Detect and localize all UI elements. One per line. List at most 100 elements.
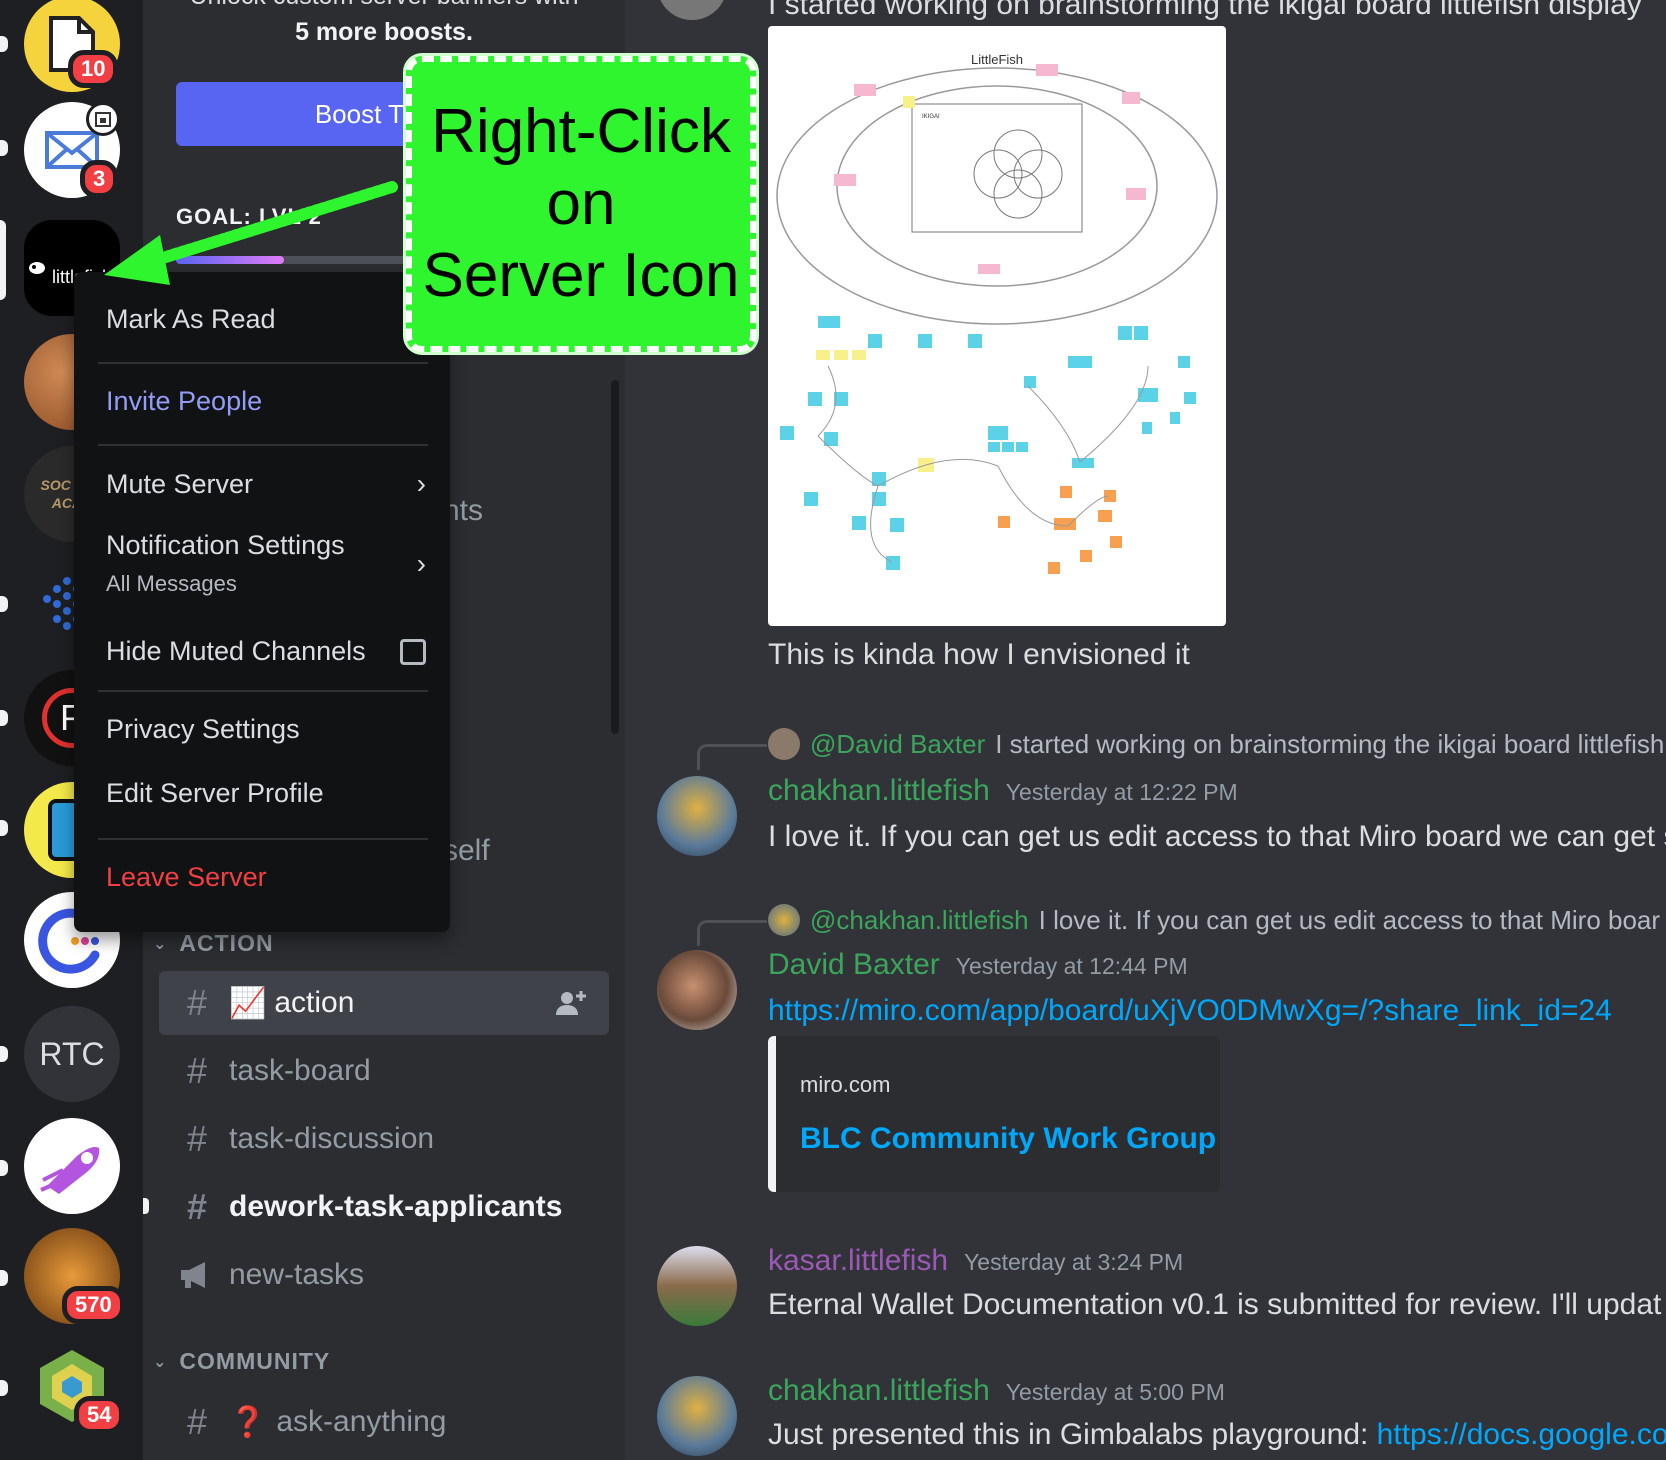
unread-indicator [0, 596, 8, 612]
menu-item-mark-as-read[interactable]: Mark As Read [106, 304, 426, 335]
channel-ask-anything[interactable]: # ❓ ask-anything [159, 1390, 609, 1454]
avatar[interactable] [657, 776, 737, 856]
chevron-down-icon: ⌄ [153, 1353, 168, 1371]
reply-text: I started working on brainstorming the i… [995, 728, 1665, 759]
reply-mention[interactable]: @chakhan.littlefish [810, 905, 1029, 936]
image-title: LittleFish [971, 52, 1023, 67]
channel-label: dework-task-applicants [229, 1190, 563, 1223]
menu-item-notification-settings[interactable]: Notification Settings All Messages › [106, 530, 426, 597]
chevron-down-icon: ⌄ [153, 935, 168, 953]
selected-indicator [0, 220, 6, 300]
message-link[interactable]: https://miro.com/app/board/uXjVO0DMwXg=/… [768, 994, 1612, 1028]
menu-label: Privacy Settings [106, 714, 300, 744]
add-member-icon[interactable] [555, 989, 587, 1017]
annotation-callout: Right-Click on Server Icon [406, 56, 756, 352]
unread-indicator [0, 1270, 8, 1286]
hashtag-icon: # [186, 982, 208, 1023]
embed-title[interactable]: BLC Community Work Group [800, 1122, 1216, 1156]
channel-new-tasks[interactable]: new-tasks [159, 1243, 609, 1307]
message-header: chakhan.littlefish Yesterday at 5:00 PM [768, 1374, 1225, 1408]
rocket-server-face [24, 1118, 120, 1214]
chart-emoji-icon: 📈 [229, 986, 267, 1020]
category-community[interactable]: ⌄ COMMUNITY [153, 1348, 330, 1375]
channel-dework-task-applicants[interactable]: # dework-task-applicants [159, 1175, 609, 1239]
menu-label: Mute Server [106, 468, 254, 499]
message-text: Just presented this in Gimbalabs playgro… [768, 1418, 1666, 1452]
menu-label: Edit Server Profile [106, 778, 324, 808]
menu-label: Invite People [106, 386, 263, 416]
menu-item-hide-muted-channels[interactable]: Hide Muted Channels [106, 636, 426, 667]
reply-preview[interactable]: @chakhan.littlefish I love it. If you ca… [768, 904, 1660, 936]
menu-label: Leave Server [106, 862, 267, 892]
message-header: David Baxter Yesterday at 12:44 PM [768, 948, 1188, 982]
annotation-line: on [546, 169, 616, 238]
menu-item-edit-server-profile[interactable]: Edit Server Profile [106, 778, 426, 809]
server-icon-hex[interactable]: 54 [24, 1338, 125, 1434]
avatar[interactable] [657, 1376, 737, 1456]
reply-preview[interactable]: @David Baxter I started working on brain… [768, 728, 1664, 760]
avatar[interactable] [657, 1246, 737, 1326]
chevron-right-icon: › [416, 468, 426, 499]
username[interactable]: chakhan.littlefish [768, 774, 990, 807]
server-icon-notes[interactable]: 10 [24, 0, 120, 92]
reply-mention[interactable]: @David Baxter [810, 729, 985, 760]
mini-avatar [768, 728, 800, 760]
chevron-right-icon: › [416, 547, 426, 579]
message-text: I love it. If you can get us edit access… [768, 820, 1666, 853]
question-emoji-icon: ❓ [229, 1405, 267, 1439]
reply-connector [697, 920, 767, 946]
mini-avatar [768, 904, 800, 936]
unread-indicator [0, 820, 8, 836]
menu-label: Notification Settings [106, 530, 345, 560]
channel-task-discussion[interactable]: # task-discussion [159, 1107, 609, 1171]
checkbox[interactable] [400, 638, 426, 665]
annotation-line: Server Icon [422, 241, 740, 310]
avatar[interactable] [657, 950, 737, 1030]
boost-promo-line2: 5 more boosts. [295, 18, 473, 46]
message-header: kasar.littlefish Yesterday at 3:24 PM [768, 1244, 1183, 1278]
unread-indicator [0, 140, 8, 156]
username[interactable]: David Baxter [768, 948, 940, 981]
server-context-menu: Mark As Read Invite People Mute Server ›… [74, 272, 450, 932]
mention-badge: 570 [62, 1286, 125, 1324]
timestamp: Yesterday at 12:22 PM [1005, 779, 1238, 805]
category-label: COMMUNITY [179, 1348, 331, 1374]
hashtag-icon: # [186, 1118, 208, 1159]
channel-label: task-discussion [229, 1122, 435, 1155]
channel-task-board[interactable]: # task-board [159, 1039, 609, 1103]
menu-separator [98, 444, 428, 446]
link-embed: miro.com BLC Community Work Group [768, 1036, 1220, 1192]
server-icon-rtc[interactable]: RTC [24, 1006, 120, 1102]
category-action[interactable]: ⌄ ACTION [153, 930, 274, 957]
message-header: chakhan.littlefish Yesterday at 12:22 PM [768, 774, 1238, 808]
message-link[interactable]: https://docs.google.co [1377, 1418, 1666, 1451]
channel-action[interactable]: # 📈 action [159, 971, 609, 1035]
avatar[interactable] [657, 0, 727, 20]
message-text: I started working on brainstorming the i… [768, 0, 1642, 21]
channel-label: new-tasks [229, 1258, 365, 1291]
menu-item-mute-server[interactable]: Mute Server › [106, 468, 426, 500]
hashtag-icon: # [186, 1401, 208, 1442]
username[interactable]: kasar.littlefish [768, 1244, 948, 1277]
menu-item-leave-server[interactable]: Leave Server [106, 862, 426, 893]
message-image-attachment[interactable]: LittleFish IKIGAI [768, 26, 1226, 626]
menu-item-privacy-settings[interactable]: Privacy Settings [106, 714, 426, 745]
hashtag-icon: # [186, 1050, 208, 1091]
category-label: ACTION [179, 930, 274, 956]
calendar-icon [86, 102, 120, 136]
unread-indicator [0, 36, 8, 52]
menu-item-invite-people[interactable]: Invite People [106, 386, 426, 417]
fish-logo-icon [29, 262, 45, 274]
username[interactable]: chakhan.littlefish [768, 1374, 990, 1407]
menu-separator [98, 362, 428, 364]
channel-label: ask-anything [276, 1405, 447, 1438]
server-icon-tiger[interactable]: 570 [24, 1228, 125, 1324]
annotation-arrow [104, 181, 398, 285]
reply-text: I love it. If you can get us edit access… [1038, 904, 1661, 935]
server-icon-rocket[interactable] [24, 1118, 120, 1214]
timestamp: Yesterday at 12:44 PM [955, 953, 1188, 979]
thread-hashtag-icon: # [186, 1186, 208, 1227]
sidebar-scrollbar[interactable] [611, 380, 619, 734]
unread-indicator [0, 1160, 8, 1176]
menu-sublabel: All Messages [106, 571, 237, 596]
